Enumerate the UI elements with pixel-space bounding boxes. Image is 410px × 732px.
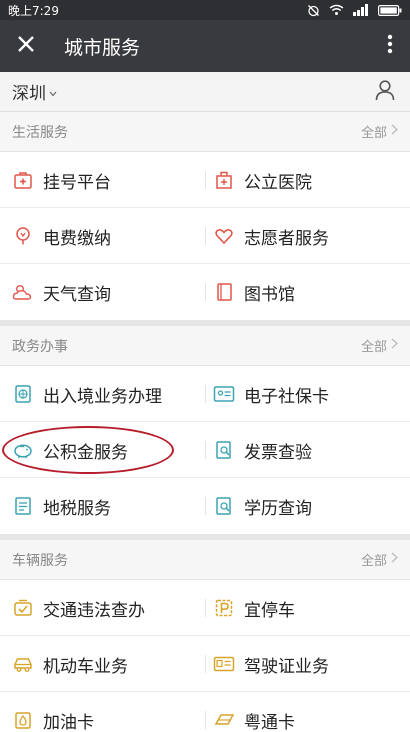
service-row: 地税服务 学历查询: [0, 478, 410, 534]
more-vertical-icon: [387, 34, 393, 58]
signal-icon: [353, 4, 369, 16]
view-all-label: 全部: [360, 340, 387, 355]
section-header: 生活服务 全部: [0, 112, 410, 152]
service-label: 发票查验: [244, 442, 312, 463]
service-row: 公积金服务 发票查验: [0, 422, 410, 478]
service-local-tax[interactable]: 地税服务: [0, 478, 205, 534]
service-driver-license[interactable]: 驾驶证业务: [205, 636, 410, 692]
service-invoice-check[interactable]: 发票查验: [205, 422, 410, 478]
service-exit-entry[interactable]: 出入境业务办理: [0, 366, 205, 422]
chevron-right-icon: [391, 338, 398, 353]
service-row: 天气查询 图书馆: [0, 264, 410, 320]
service-label: 电费缴纳: [43, 228, 111, 249]
section-header: 车辆服务 全部: [0, 540, 410, 580]
traffic-violation-icon: [12, 597, 34, 619]
service-label: 天气查询: [43, 284, 111, 305]
service-row: 出入境业务办理 电子社保卡: [0, 366, 410, 422]
section-life-services: 生活服务 全部 挂号平台 公立医院 电费缴纳 志愿者服务 天气查询 图书馆: [0, 112, 410, 320]
view-all-label: 全部: [360, 126, 387, 141]
view-all-button[interactable]: 全部: [361, 336, 398, 355]
service-motor-vehicle[interactable]: 机动车业务: [0, 636, 205, 692]
service-label: 出入境业务办理: [43, 386, 162, 407]
more-menu-button[interactable]: [370, 20, 410, 72]
parking-icon: [213, 597, 235, 619]
book-icon: [213, 281, 235, 303]
service-social-security-card[interactable]: 电子社保卡: [205, 366, 410, 422]
service-label: 加油卡: [43, 712, 94, 732]
service-row: 机动车业务 驾驶证业务: [0, 636, 410, 692]
section-header: 政务办事 全部: [0, 326, 410, 366]
invoice-search-icon: [213, 439, 235, 461]
piggy-bank-icon: [12, 439, 34, 461]
section-government-affairs: 政务办事 全部 出入境业务办理 电子社保卡 公积金服务 发票查验 地税服务 学历…: [0, 326, 410, 534]
wifi-icon: [329, 4, 344, 16]
passport-globe-icon: [12, 383, 34, 405]
service-label: 公积金服务: [43, 442, 128, 463]
section-title: 政务办事: [12, 338, 68, 355]
service-label: 挂号平台: [43, 172, 111, 193]
service-fuel-card[interactable]: 加油卡: [0, 692, 205, 732]
service-label: 交通违法查办: [43, 600, 145, 621]
weather-cloud-icon: [12, 281, 34, 303]
service-education-check[interactable]: 学历查询: [205, 478, 410, 534]
toll-card-icon: [213, 709, 235, 731]
close-icon: [17, 35, 35, 57]
service-label: 图书馆: [244, 284, 295, 305]
service-label: 粤通卡: [244, 712, 295, 732]
service-label: 地税服务: [43, 498, 111, 519]
service-label: 机动车业务: [43, 656, 128, 677]
service-parking[interactable]: 宜停车: [205, 580, 410, 636]
heart-icon: [213, 225, 235, 247]
service-label: 驾驶证业务: [244, 656, 329, 677]
page-title: 城市服务: [64, 36, 141, 59]
service-label: 电子社保卡: [244, 386, 329, 407]
city-name: 深圳: [12, 84, 46, 104]
view-all-label: 全部: [360, 554, 387, 569]
fuel-card-icon: [12, 709, 34, 731]
service-housing-fund[interactable]: 公积金服务: [0, 422, 205, 478]
car-icon: [12, 653, 34, 675]
service-row: 交通违法查办 宜停车: [0, 580, 410, 636]
service-label: 志愿者服务: [244, 228, 329, 249]
service-registration[interactable]: 挂号平台: [0, 152, 205, 208]
service-label: 宜停车: [244, 600, 295, 621]
chevron-right-icon: [391, 124, 398, 139]
service-row: 加油卡 粤通卡: [0, 692, 410, 732]
service-weather[interactable]: 天气查询: [0, 264, 205, 320]
hospital-building-icon: [213, 169, 235, 191]
service-volunteer[interactable]: 志愿者服务: [205, 208, 410, 264]
service-row: 挂号平台 公立医院: [0, 152, 410, 208]
service-label: 公立医院: [244, 172, 312, 193]
section-title: 生活服务: [12, 124, 68, 141]
hospital-registration-icon: [12, 169, 34, 191]
title-bar: 城市服务: [0, 20, 410, 72]
profile-button[interactable]: [372, 79, 398, 105]
status-time: 晚上7:29: [8, 3, 59, 18]
chevron-right-icon: [391, 552, 398, 567]
close-button[interactable]: [0, 20, 52, 72]
chevron-down-icon: [49, 82, 57, 102]
service-traffic-violation[interactable]: 交通违法查办: [0, 580, 205, 636]
service-electricity[interactable]: 电费缴纳: [0, 208, 205, 264]
education-search-icon: [213, 495, 235, 517]
lightbulb-icon: [12, 225, 34, 247]
id-card-icon: [213, 383, 235, 405]
view-all-button[interactable]: 全部: [361, 122, 398, 141]
view-all-button[interactable]: 全部: [361, 550, 398, 569]
service-row: 电费缴纳 志愿者服务: [0, 208, 410, 264]
status-bar: 晚上7:29: [0, 0, 410, 20]
service-label: 学历查询: [244, 498, 312, 519]
service-library[interactable]: 图书馆: [205, 264, 410, 320]
section-vehicle-services: 车辆服务 全部 交通违法查办 宜停车 机动车业务 驾驶证业务 加油卡 粤通卡: [0, 540, 410, 732]
person-icon: [374, 79, 396, 105]
driver-license-icon: [213, 653, 235, 675]
section-title: 车辆服务: [12, 552, 68, 569]
city-bar: 深圳: [0, 72, 410, 112]
battery-icon: [378, 4, 402, 16]
city-selector[interactable]: 深圳: [12, 79, 57, 104]
service-toll-card[interactable]: 粤通卡: [205, 692, 410, 732]
tax-document-icon: [12, 495, 34, 517]
service-public-hospital[interactable]: 公立医院: [205, 152, 410, 208]
alarm-off-icon: [307, 4, 320, 17]
